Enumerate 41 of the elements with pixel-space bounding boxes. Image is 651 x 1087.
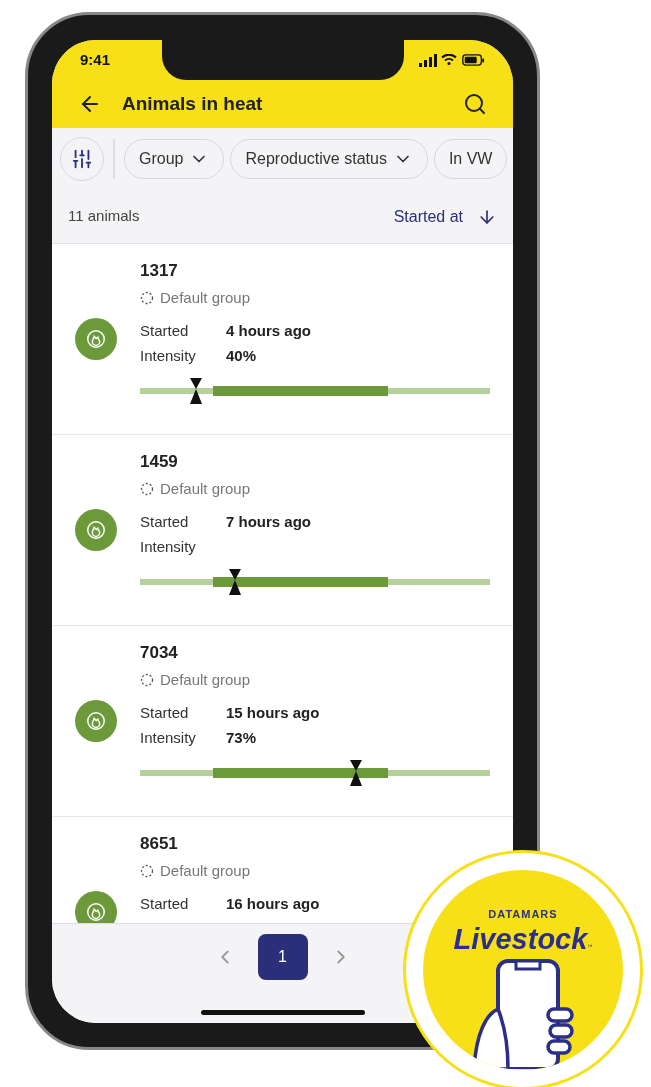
started-value: 7 hours ago — [226, 511, 311, 532]
group-label: Default group — [160, 861, 251, 881]
sliders-icon — [71, 148, 93, 170]
search-icon[interactable] — [463, 92, 487, 116]
animal-count: 11 animals — [68, 206, 140, 227]
animal-id: 8651 — [140, 833, 178, 855]
page-title: Animals in heat — [122, 91, 263, 116]
animal-id: 1317 — [140, 260, 178, 282]
dashed-circle-icon — [140, 291, 154, 306]
group-label: Default group — [160, 288, 251, 308]
animal-id: 7034 — [140, 642, 178, 664]
dashed-circle-icon — [140, 482, 154, 497]
battery-icon — [461, 54, 485, 66]
product-name: Livestock — [453, 922, 588, 955]
group-label: Default group — [160, 479, 251, 499]
started-value: 15 hours ago — [226, 702, 320, 723]
group-label: Default group — [160, 670, 251, 690]
status-time: 9:41 — [80, 49, 111, 70]
page-button[interactable]: 1 — [257, 934, 308, 980]
wifi-icon — [441, 53, 457, 67]
intensity-label: Intensity — [140, 727, 197, 748]
brand-name: DATAMARS — [488, 907, 558, 922]
started-label: Started — [140, 511, 190, 532]
dashed-circle-icon — [140, 864, 154, 879]
animal-id: 1459 — [140, 451, 178, 473]
started-label: Started — [140, 702, 190, 723]
flame-icon — [85, 901, 107, 923]
started-label: Started — [140, 320, 190, 341]
started-value: 16 hours ago — [226, 893, 320, 914]
flame-icon — [85, 519, 107, 541]
flame-icon — [85, 710, 107, 732]
dashed-circle-icon — [140, 673, 154, 688]
intensity-label: Intensity — [140, 345, 197, 366]
sort-button[interactable]: Started at — [393, 204, 497, 229]
started-value: 4 hours ago — [226, 320, 311, 341]
intensity-value: 73% — [226, 727, 257, 748]
flame-icon — [85, 328, 107, 350]
intensity-value: 40% — [226, 345, 257, 366]
started-label: Started — [140, 893, 190, 914]
signal-icon — [419, 53, 437, 67]
intensity-label: Intensity — [140, 536, 197, 557]
